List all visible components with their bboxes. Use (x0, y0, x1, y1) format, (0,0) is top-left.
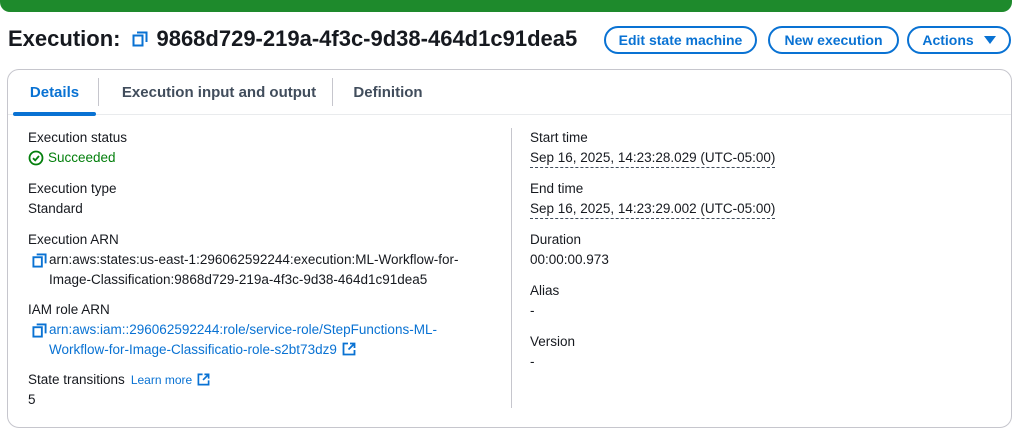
execution-status-label: Execution status (28, 130, 128, 145)
end-time-value[interactable]: Sep 16, 2025, 14:23:29.002 (UTC-05:00) (530, 200, 776, 219)
actions-label: Actions (922, 32, 974, 48)
execution-arn-label: Execution ARN (28, 232, 119, 247)
tab-definition[interactable]: Definition (338, 70, 438, 115)
title-prefix: Execution: (8, 26, 121, 51)
execution-id: 9868d729-219a-4f3c-9d38-464d1c91dea5 (156, 26, 578, 51)
version-label: Version (530, 334, 576, 349)
end-time-field: End time Sep 16, 2025, 14:23:29.002 (UTC… (530, 179, 830, 219)
duration-value: 00:00:00.973 (530, 252, 609, 267)
iam-role-link[interactable]: arn:aws:iam::296062592244:role/service-r… (49, 320, 437, 360)
start-time-label: Start time (530, 130, 588, 145)
edit-state-machine-button[interactable]: Edit state machine (604, 26, 757, 54)
state-transitions-value: 5 (28, 392, 36, 407)
details-panel: Details Execution input and output Defin… (7, 69, 1012, 428)
duration-field: Duration 00:00:00.973 (530, 230, 830, 270)
check-circle-icon (28, 150, 44, 166)
iam-role-label: IAM role ARN (28, 302, 110, 317)
column-divider (511, 128, 512, 408)
tab-bar: Details Execution input and output Defin… (8, 70, 1011, 116)
tab-divider (332, 78, 333, 106)
actions-button[interactable]: Actions (907, 26, 1011, 54)
copy-icon[interactable] (132, 31, 148, 47)
version-field: Version - (530, 332, 830, 372)
copy-icon[interactable] (32, 253, 47, 273)
alias-field: Alias - (530, 281, 830, 321)
execution-arn-value: arn:aws:states:us-east-1:296062592244:ex… (49, 252, 459, 287)
tab-details[interactable]: Details (11, 70, 98, 116)
success-banner (0, 0, 1012, 12)
status-text: Succeeded (48, 150, 116, 165)
external-link-icon (342, 342, 356, 356)
alias-value: - (530, 303, 535, 318)
external-link-icon (197, 373, 210, 386)
status-badge: Succeeded (28, 148, 498, 168)
tab-divider (98, 78, 99, 106)
page-title: Execution: 9868d729-219a-4f3c-9d38-464d1… (8, 26, 577, 52)
new-execution-button[interactable]: New execution (768, 26, 899, 54)
end-time-label: End time (530, 181, 584, 196)
iam-role-value: arn:aws:iam::296062592244:role/service-r… (49, 322, 437, 357)
alias-label: Alias (530, 283, 560, 298)
page-header: Execution: 9868d729-219a-4f3c-9d38-464d1… (8, 24, 1012, 58)
tab-execution-input-output[interactable]: Execution input and output (104, 70, 334, 115)
copy-icon[interactable] (32, 323, 47, 343)
start-time-value[interactable]: Sep 16, 2025, 14:23:28.029 (UTC-05:00) (530, 149, 776, 168)
start-time-field: Start time Sep 16, 2025, 14:23:28.029 (U… (530, 128, 830, 168)
execution-arn-field: Execution ARN arn:aws:states:us-east-1:2… (28, 230, 498, 290)
learn-more-text: Learn more (130, 373, 193, 387)
execution-type-value: Standard (28, 201, 83, 216)
duration-label: Duration (530, 232, 582, 247)
learn-more-link[interactable]: Learn more (131, 370, 210, 390)
iam-role-field: IAM role ARN arn:aws:iam::296062592244:r… (28, 300, 498, 360)
execution-status-field: Execution status Succeeded (28, 128, 498, 168)
caret-down-icon (983, 36, 996, 44)
version-value: - (530, 354, 535, 369)
execution-type-label: Execution type (28, 181, 117, 196)
state-transitions-field: State transitions Learn more 5 (28, 370, 498, 410)
state-transitions-label: State transitions (28, 372, 125, 387)
execution-type-field: Execution type Standard (28, 179, 498, 219)
